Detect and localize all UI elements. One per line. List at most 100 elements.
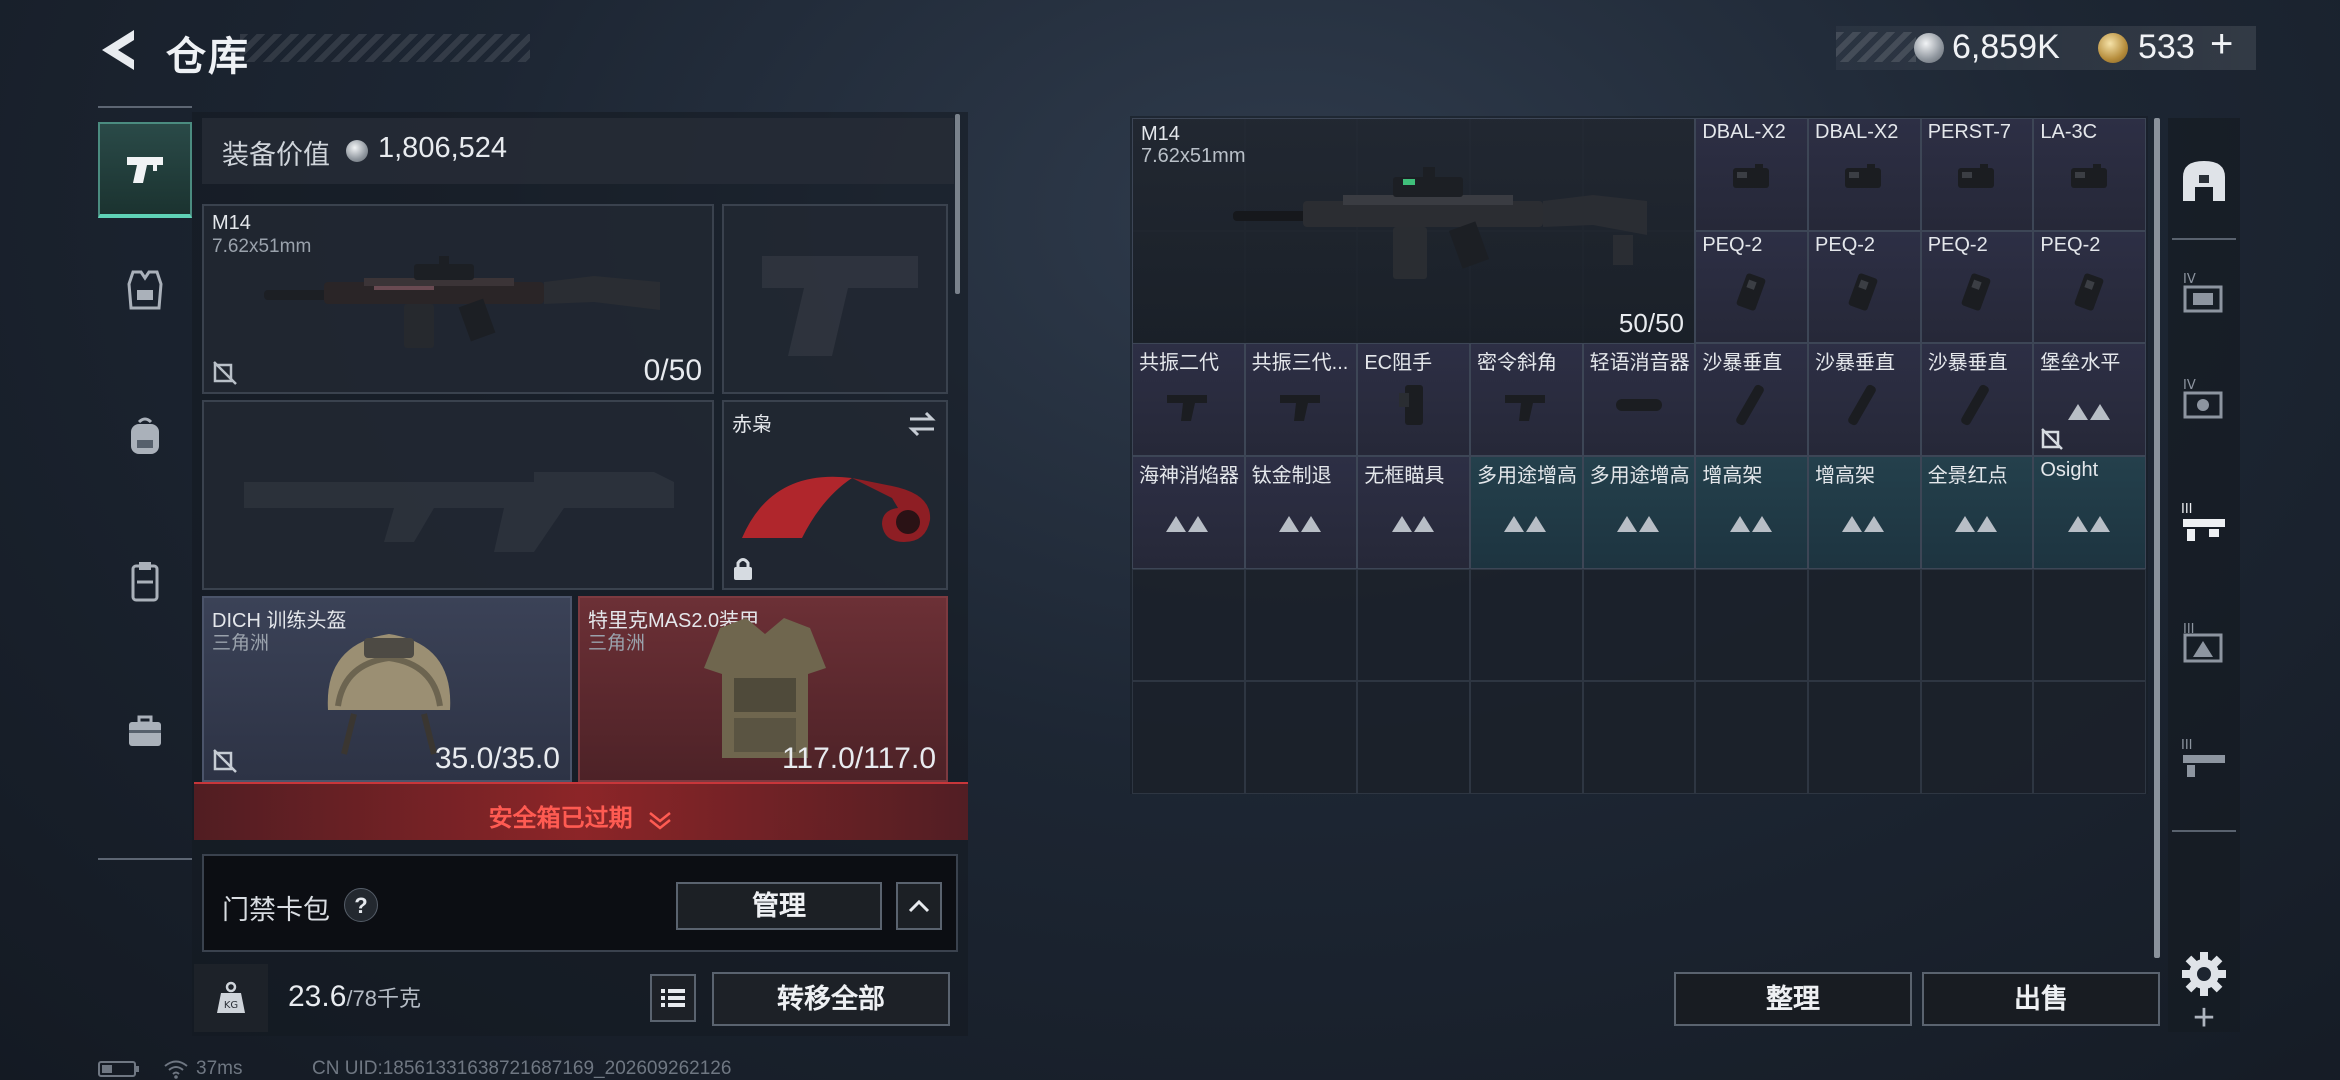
storage-item[interactable]: 多用途增高 [1582, 456, 1696, 569]
nav-storage-tier-3b[interactable]: III [2168, 592, 2240, 692]
grid-cell[interactable] [1920, 681, 2034, 794]
storage-item[interactable]: 共振二代 [1132, 343, 1245, 456]
grid-cell[interactable] [2033, 568, 2146, 682]
grid-cell[interactable] [1582, 681, 1696, 794]
helmet-slot[interactable]: DICH 训练头盔 三角洲 35.0/35.0 [202, 596, 572, 782]
storage-item-name: PEQ-2 [1702, 233, 1763, 256]
nav-chest-rig[interactable] [98, 242, 192, 338]
grid-cell[interactable] [2033, 681, 2146, 794]
grid-cell[interactable] [1357, 568, 1470, 682]
loadout-scrollbar[interactable] [955, 114, 960, 294]
secondary-weapon-slot-empty[interactable] [202, 400, 714, 590]
storage-item[interactable]: 沙暴垂直 [1808, 343, 1921, 456]
storage-item[interactable]: 增高架 [1808, 456, 1921, 569]
nav-storage-tier-3a[interactable]: III [2168, 472, 2240, 572]
storage-item-name: PERST-7 [1927, 121, 2012, 143]
storage-scrollbar[interactable] [2154, 118, 2160, 958]
storage-item-name: PEQ-2 [1927, 233, 1988, 256]
nav-storage-tier-4a[interactable]: IV [2168, 242, 2240, 342]
storage-item[interactable]: 增高架 [1695, 456, 1808, 569]
storage-item[interactable]: 沙暴垂直 [1695, 343, 1808, 456]
storage-item[interactable]: PERST-7 [1920, 118, 2034, 231]
body-armor-slot[interactable]: 特里克MAS2.0装甲 三角洲 117.0/117.0 [578, 596, 948, 782]
storage-item-name: 沙暴垂直 [1927, 352, 2008, 375]
nav-medkit[interactable] [98, 684, 192, 780]
back-button[interactable] [96, 24, 144, 76]
storage-rack-icon: III [2181, 738, 2225, 777]
melee-weapon-slot[interactable]: 赤枭 [722, 400, 948, 590]
pistol-slot-empty[interactable] [722, 204, 948, 394]
list-view-button[interactable] [650, 974, 696, 1022]
grid-cell[interactable] [1807, 681, 1921, 794]
storage-item[interactable]: 沙暴垂直 [1920, 343, 2034, 456]
storage-item-name: 沙暴垂直 [1702, 352, 1783, 375]
keycard-case-label: 门禁卡包 [222, 895, 330, 925]
add-gold-button[interactable]: + [2210, 22, 2233, 67]
grid-cell[interactable] [1695, 681, 1808, 794]
silver-coin-icon [1914, 33, 1944, 63]
storage-item[interactable]: EC阻手 [1357, 343, 1470, 456]
storage-item[interactable]: PEQ-2 [1695, 230, 1808, 344]
grid-cell[interactable] [1132, 681, 1245, 794]
storage-item[interactable]: 钛金制退 [1244, 456, 1358, 569]
settings-button[interactable] [2180, 950, 2228, 998]
weight-lock-button[interactable]: KG [194, 964, 268, 1032]
equipment-value: 1,806,524 [378, 132, 508, 164]
storage-item[interactable]: Osight [2033, 456, 2147, 569]
grid-cell[interactable] [1582, 568, 1696, 682]
placeholder-icon [1955, 516, 1998, 533]
storage-item-name: DBAL-X2 [1815, 121, 1899, 143]
nav-weapons[interactable] [98, 122, 192, 218]
storage-item-name: 海神消焰器 [1139, 465, 1239, 487]
storage-item[interactable]: 全景红点 [1920, 456, 2034, 569]
nav-safe-storage[interactable] [2168, 130, 2240, 230]
attachment-vgrip-icon [1961, 385, 1989, 426]
storage-item[interactable]: LA-3C [2033, 118, 2147, 231]
svg-text:IV: IV [2183, 378, 2196, 393]
grid-cell[interactable] [1469, 681, 1583, 794]
storage-item[interactable]: 无框瞄具 [1357, 456, 1470, 569]
medkit-icon [129, 715, 161, 746]
chest-rig-icon [127, 270, 163, 310]
storage-item[interactable]: PEQ-2 [1808, 230, 1921, 344]
silver-coin-icon [346, 140, 368, 162]
collapse-button[interactable] [896, 882, 942, 930]
grid-cell[interactable] [1469, 568, 1583, 682]
storage-item[interactable]: 堡垒水平 [2033, 343, 2147, 456]
storage-item[interactable]: PEQ-2 [1920, 230, 2034, 344]
grid-cell[interactable] [1807, 568, 1921, 682]
grid-cell[interactable] [1244, 681, 1358, 794]
grid-cell[interactable] [1920, 568, 2034, 682]
primary-weapon-slot[interactable]: M14 7.62x51mm 0/50 [202, 204, 714, 394]
attachment-grip-icon [1505, 395, 1546, 422]
grid-cell[interactable] [1357, 681, 1470, 794]
swap-icon[interactable] [906, 410, 938, 438]
nav-storage-tier-4b[interactable]: IV [2168, 348, 2240, 448]
karambit-knife-image [742, 476, 931, 542]
grid-cell[interactable] [1695, 568, 1808, 682]
storage-item[interactable]: 海神消焰器 [1132, 456, 1245, 569]
tidy-button[interactable]: 整理 [1674, 972, 1912, 1026]
grid-cell[interactable] [1244, 568, 1358, 682]
wifi-icon [164, 1060, 188, 1079]
nav-storage-tier-3c[interactable]: III [2168, 708, 2240, 808]
grid-cell[interactable] [1132, 568, 1245, 682]
storage-item[interactable]: 密令斜角 [1470, 343, 1583, 456]
storage-item[interactable]: PEQ-2 [2033, 230, 2147, 344]
storage-item[interactable]: DBAL-X2 [1808, 118, 1921, 231]
storage-item[interactable]: 共振三代... [1244, 343, 1358, 456]
storage-item[interactable]: 多用途增高 [1470, 456, 1583, 569]
manage-button[interactable]: 管理 [676, 882, 882, 930]
storage-item-m14[interactable]: M14 7.62x51mm 50/50 [1132, 118, 1695, 344]
nav-backpack[interactable] [98, 388, 192, 484]
sell-button[interactable]: 出售 [1922, 972, 2160, 1026]
help-button[interactable]: ? [344, 888, 378, 922]
storage-item[interactable]: 轻语消音器 [1582, 343, 1696, 456]
transfer-all-button[interactable]: 转移全部 [712, 972, 950, 1026]
storage-item-name: LA-3C [2040, 121, 2098, 143]
nav-pouch[interactable] [98, 534, 192, 630]
placeholder-icon [2067, 403, 2110, 420]
safebox-expired-banner[interactable]: 安全箱已过期 [194, 782, 968, 840]
storage-item[interactable]: DBAL-X2 [1695, 118, 1808, 231]
carry-weight: 23.6/78千克 [288, 980, 421, 1014]
